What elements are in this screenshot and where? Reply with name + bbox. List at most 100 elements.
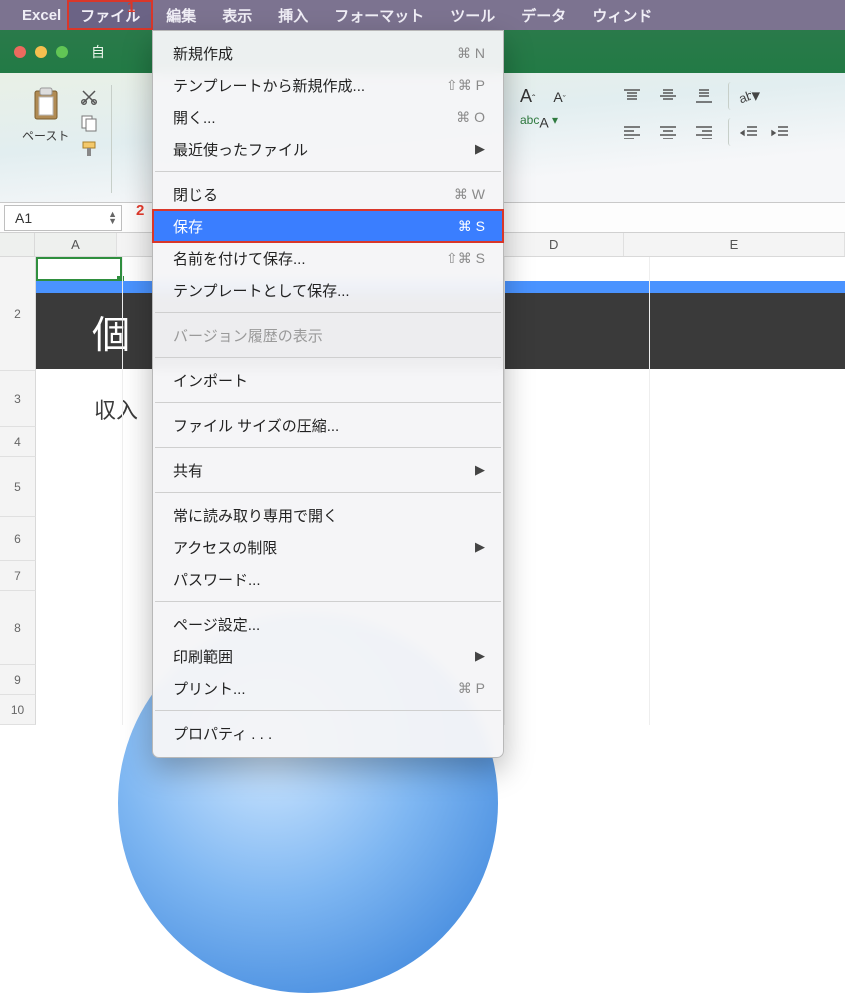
menu-item[interactable]: 保存⌘ S <box>153 210 503 242</box>
menu-item-label: パスワード... <box>173 569 261 590</box>
menubar-item-format[interactable]: フォーマット <box>321 0 437 30</box>
menubar-label: フォーマット <box>334 5 424 26</box>
increase-font-icon[interactable]: Aˆ <box>520 86 535 107</box>
callout-badge-2: 2 <box>136 202 144 219</box>
row-header-9[interactable]: 9 <box>0 665 36 695</box>
svg-text:ab: ab <box>737 87 751 105</box>
sheet-title-text: 個 <box>92 304 130 359</box>
income-label: 収入 <box>94 393 138 425</box>
row-header-3[interactable]: 3 <box>0 371 36 427</box>
menu-item-shortcut: ⌘ S <box>458 218 485 235</box>
app-name[interactable]: Excel <box>22 7 61 24</box>
menubar-item-view[interactable]: 表示 <box>209 0 265 30</box>
name-box-value: A1 <box>15 210 32 226</box>
menu-item[interactable]: 印刷範囲▶ <box>153 640 503 672</box>
traffic-zoom-icon[interactable] <box>56 46 68 58</box>
row-header-10[interactable]: 10 <box>0 695 36 725</box>
menu-item[interactable]: ページ設定... <box>153 608 503 640</box>
decrease-indent-icon[interactable] <box>728 118 760 146</box>
menu-item[interactable]: アクセスの制限 ▶ <box>153 531 503 563</box>
menu-item[interactable]: 新規作成 ⌘ N <box>153 37 503 69</box>
menubar-label: データ <box>521 5 566 26</box>
menu-item-label: 共有 <box>173 460 203 481</box>
menu-item-label: 新規作成 <box>173 43 233 64</box>
select-all-corner[interactable] <box>0 233 35 256</box>
menubar-item-data[interactable]: データ <box>508 0 579 30</box>
menu-item[interactable]: プリント... ⌘ P <box>153 672 503 704</box>
menu-item-label: テンプレートから新規作成... <box>173 75 365 96</box>
traffic-close-icon[interactable] <box>14 46 26 58</box>
active-cell-A1[interactable] <box>36 257 122 281</box>
ribbon-group-clipboard: ペースト <box>14 85 112 193</box>
column-header-D[interactable]: D <box>485 233 624 256</box>
menubar-item-insert[interactable]: 挿入 <box>265 0 321 30</box>
menu-item[interactable]: テンプレートから新規作成... ⇧⌘ P <box>153 69 503 101</box>
menu-item[interactable]: テンプレートとして保存... <box>153 274 503 306</box>
align-top-icon[interactable] <box>616 82 648 110</box>
menu-separator <box>155 171 501 172</box>
row-headers: 2 3 4 5 6 7 8 9 10 <box>0 257 36 725</box>
menu-item-label: 常に読み取り専用で開く <box>173 505 338 526</box>
file-dropdown-menu: 新規作成⌘ Nテンプレートから新規作成...⇧⌘ P開く...⌘ O最近使ったフ… <box>152 30 504 758</box>
menu-item-label: インポート <box>173 370 248 391</box>
paste-icon[interactable] <box>29 85 63 125</box>
paste-label: ペースト <box>22 127 69 144</box>
align-right-icon[interactable] <box>688 118 720 146</box>
menu-item[interactable]: 名前を付けて保存... ⇧⌘ S <box>153 242 503 274</box>
align-left-icon[interactable] <box>616 118 648 146</box>
phonetic-guide-icon[interactable]: abcA ▾ <box>520 113 558 130</box>
menu-item-label: プロパティ . . . <box>173 723 272 744</box>
menu-item[interactable]: 開く...⌘ O <box>153 101 503 133</box>
menubar-item-file[interactable]: ファイル <box>67 0 153 30</box>
row-header-6[interactable]: 6 <box>0 517 36 561</box>
menu-item[interactable]: 最近使ったファイル▶ <box>153 133 503 165</box>
menu-item-label: バージョン履歴の表示 <box>173 325 323 346</box>
align-middle-icon[interactable] <box>652 82 684 110</box>
menu-item[interactable]: 共有▶ <box>153 454 503 486</box>
menu-separator <box>155 492 501 493</box>
menu-item[interactable]: プロパティ . . . <box>153 717 503 749</box>
menu-item-shortcut: ⌘ P <box>458 680 485 697</box>
column-header-E[interactable]: E <box>624 233 845 256</box>
menu-item[interactable]: 閉じる⌘ W <box>153 178 503 210</box>
chevron-right-icon: ▶ <box>475 539 485 555</box>
menu-separator <box>155 601 501 602</box>
menu-item[interactable]: ファイル サイズの圧縮... <box>153 409 503 441</box>
menubar-item-tools[interactable]: ツール <box>437 0 508 30</box>
row-header-7[interactable]: 7 <box>0 561 36 591</box>
menu-item-label: ファイル サイズの圧縮... <box>173 415 339 436</box>
increase-indent-icon[interactable] <box>764 118 796 146</box>
name-box-stepper-icon[interactable]: ▲▼ <box>108 211 117 225</box>
menu-item-label: 名前を付けて保存... <box>173 248 306 269</box>
menu-item-label: 最近使ったファイル <box>173 139 308 160</box>
menu-item: バージョン履歴の表示 <box>153 319 503 351</box>
cut-icon[interactable] <box>75 85 103 109</box>
format-painter-icon[interactable] <box>75 137 103 161</box>
menu-item-shortcut: ⇧⌘ S <box>446 250 485 267</box>
align-center-icon[interactable] <box>652 118 684 146</box>
copy-icon[interactable] <box>75 111 103 135</box>
menu-item-label: 印刷範囲 <box>173 646 233 667</box>
menu-item[interactable]: インポート <box>153 364 503 396</box>
menu-item-shortcut: ⇧⌘ P <box>446 77 485 94</box>
callout-badge-1: 1 <box>127 0 135 16</box>
menu-item-shortcut: ⌘ N <box>457 45 485 62</box>
menu-separator <box>155 357 501 358</box>
decrease-font-icon[interactable]: Aˇ <box>553 89 565 105</box>
menu-item[interactable]: パスワード... <box>153 563 503 595</box>
menubar-item-window[interactable]: ウィンド <box>579 0 665 30</box>
row-header-8[interactable]: 8 <box>0 591 36 665</box>
menu-item[interactable]: 常に読み取り専用で開く <box>153 499 503 531</box>
menubar-label: 挿入 <box>278 5 308 26</box>
row-header-2[interactable]: 2 <box>0 257 36 371</box>
orientation-icon[interactable]: ab ▾ <box>728 82 760 110</box>
menu-item-label: プリント... <box>173 678 246 699</box>
column-header-A[interactable]: A <box>35 233 118 256</box>
menubar-item-edit[interactable]: 編集 <box>153 0 209 30</box>
row-header-4[interactable]: 4 <box>0 427 36 457</box>
menu-item-label: アクセスの制限 <box>173 537 277 558</box>
name-box[interactable]: A1 ▲▼ <box>4 205 122 231</box>
align-bottom-icon[interactable] <box>688 82 720 110</box>
traffic-minimize-icon[interactable] <box>35 46 47 58</box>
row-header-5[interactable]: 5 <box>0 457 36 517</box>
